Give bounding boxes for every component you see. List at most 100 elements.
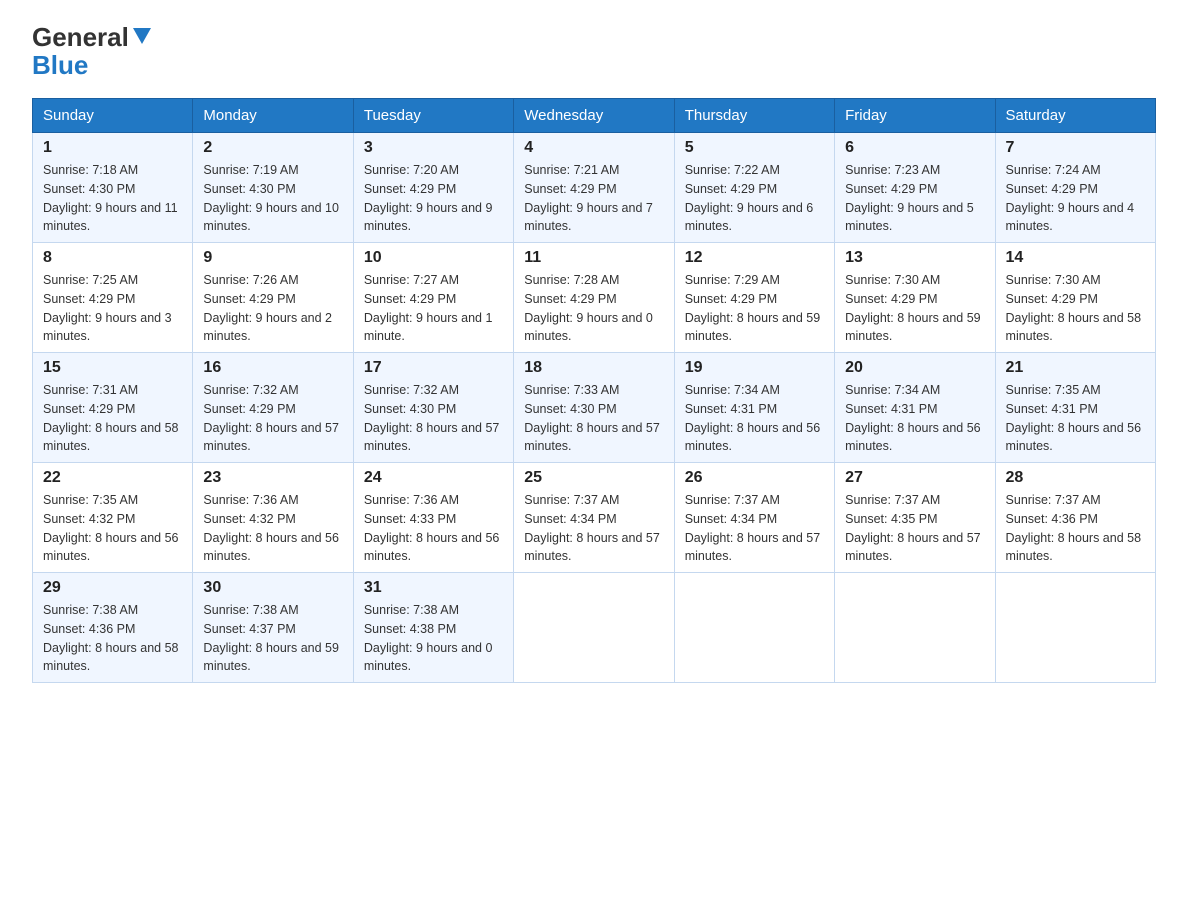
calendar-cell: 1 Sunrise: 7:18 AMSunset: 4:30 PMDayligh…: [33, 133, 193, 243]
day-info: Sunrise: 7:27 AMSunset: 4:29 PMDaylight:…: [364, 273, 493, 343]
day-number: 9: [203, 249, 342, 267]
calendar-table: SundayMondayTuesdayWednesdayThursdayFrid…: [32, 98, 1156, 683]
logo-triangle-icon: [131, 24, 153, 46]
day-info: Sunrise: 7:30 AMSunset: 4:29 PMDaylight:…: [845, 273, 981, 343]
day-info: Sunrise: 7:29 AMSunset: 4:29 PMDaylight:…: [685, 273, 821, 343]
day-info: Sunrise: 7:36 AMSunset: 4:33 PMDaylight:…: [364, 493, 500, 563]
day-number: 1: [43, 139, 182, 157]
calendar-cell: 21 Sunrise: 7:35 AMSunset: 4:31 PMDaylig…: [995, 353, 1155, 463]
calendar-cell: 16 Sunrise: 7:32 AMSunset: 4:29 PMDaylig…: [193, 353, 353, 463]
weekday-header-tuesday: Tuesday: [353, 99, 513, 133]
calendar-cell: 24 Sunrise: 7:36 AMSunset: 4:33 PMDaylig…: [353, 463, 513, 573]
weekday-header-monday: Monday: [193, 99, 353, 133]
calendar-cell: 4 Sunrise: 7:21 AMSunset: 4:29 PMDayligh…: [514, 133, 674, 243]
day-info: Sunrise: 7:30 AMSunset: 4:29 PMDaylight:…: [1006, 273, 1142, 343]
page-header: General Blue: [32, 24, 1156, 78]
calendar-cell: 17 Sunrise: 7:32 AMSunset: 4:30 PMDaylig…: [353, 353, 513, 463]
calendar-cell: 19 Sunrise: 7:34 AMSunset: 4:31 PMDaylig…: [674, 353, 834, 463]
day-info: Sunrise: 7:35 AMSunset: 4:32 PMDaylight:…: [43, 493, 179, 563]
day-number: 17: [364, 359, 503, 377]
calendar-cell: 20 Sunrise: 7:34 AMSunset: 4:31 PMDaylig…: [835, 353, 995, 463]
day-number: 19: [685, 359, 824, 377]
day-number: 15: [43, 359, 182, 377]
calendar-cell: 15 Sunrise: 7:31 AMSunset: 4:29 PMDaylig…: [33, 353, 193, 463]
day-number: 6: [845, 139, 984, 157]
day-number: 30: [203, 579, 342, 597]
calendar-week-row: 1 Sunrise: 7:18 AMSunset: 4:30 PMDayligh…: [33, 133, 1156, 243]
calendar-cell: 2 Sunrise: 7:19 AMSunset: 4:30 PMDayligh…: [193, 133, 353, 243]
calendar-header: SundayMondayTuesdayWednesdayThursdayFrid…: [33, 99, 1156, 133]
day-number: 23: [203, 469, 342, 487]
weekday-header-wednesday: Wednesday: [514, 99, 674, 133]
day-number: 27: [845, 469, 984, 487]
calendar-cell: [674, 573, 834, 683]
day-info: Sunrise: 7:20 AMSunset: 4:29 PMDaylight:…: [364, 163, 493, 233]
day-info: Sunrise: 7:33 AMSunset: 4:30 PMDaylight:…: [524, 383, 660, 453]
day-number: 16: [203, 359, 342, 377]
calendar-cell: 29 Sunrise: 7:38 AMSunset: 4:36 PMDaylig…: [33, 573, 193, 683]
day-number: 7: [1006, 139, 1145, 157]
calendar-cell: [835, 573, 995, 683]
day-info: Sunrise: 7:31 AMSunset: 4:29 PMDaylight:…: [43, 383, 179, 453]
calendar-cell: 8 Sunrise: 7:25 AMSunset: 4:29 PMDayligh…: [33, 243, 193, 353]
day-number: 24: [364, 469, 503, 487]
calendar-cell: 30 Sunrise: 7:38 AMSunset: 4:37 PMDaylig…: [193, 573, 353, 683]
calendar-cell: 31 Sunrise: 7:38 AMSunset: 4:38 PMDaylig…: [353, 573, 513, 683]
logo: General Blue: [32, 24, 153, 78]
day-info: Sunrise: 7:37 AMSunset: 4:36 PMDaylight:…: [1006, 493, 1142, 563]
day-number: 5: [685, 139, 824, 157]
day-info: Sunrise: 7:37 AMSunset: 4:35 PMDaylight:…: [845, 493, 981, 563]
calendar-cell: 12 Sunrise: 7:29 AMSunset: 4:29 PMDaylig…: [674, 243, 834, 353]
calendar-body: 1 Sunrise: 7:18 AMSunset: 4:30 PMDayligh…: [33, 133, 1156, 683]
day-info: Sunrise: 7:36 AMSunset: 4:32 PMDaylight:…: [203, 493, 339, 563]
day-info: Sunrise: 7:38 AMSunset: 4:38 PMDaylight:…: [364, 603, 493, 673]
day-info: Sunrise: 7:28 AMSunset: 4:29 PMDaylight:…: [524, 273, 653, 343]
day-info: Sunrise: 7:18 AMSunset: 4:30 PMDaylight:…: [43, 163, 178, 233]
weekday-header-thursday: Thursday: [674, 99, 834, 133]
day-number: 2: [203, 139, 342, 157]
day-number: 26: [685, 469, 824, 487]
weekday-header-row: SundayMondayTuesdayWednesdayThursdayFrid…: [33, 99, 1156, 133]
day-info: Sunrise: 7:22 AMSunset: 4:29 PMDaylight:…: [685, 163, 814, 233]
calendar-cell: 5 Sunrise: 7:22 AMSunset: 4:29 PMDayligh…: [674, 133, 834, 243]
calendar-cell: 27 Sunrise: 7:37 AMSunset: 4:35 PMDaylig…: [835, 463, 995, 573]
day-info: Sunrise: 7:32 AMSunset: 4:29 PMDaylight:…: [203, 383, 339, 453]
day-info: Sunrise: 7:34 AMSunset: 4:31 PMDaylight:…: [845, 383, 981, 453]
day-info: Sunrise: 7:24 AMSunset: 4:29 PMDaylight:…: [1006, 163, 1135, 233]
calendar-cell: 7 Sunrise: 7:24 AMSunset: 4:29 PMDayligh…: [995, 133, 1155, 243]
calendar-cell: 22 Sunrise: 7:35 AMSunset: 4:32 PMDaylig…: [33, 463, 193, 573]
calendar-cell: 14 Sunrise: 7:30 AMSunset: 4:29 PMDaylig…: [995, 243, 1155, 353]
calendar-cell: [514, 573, 674, 683]
day-number: 8: [43, 249, 182, 267]
calendar-cell: 10 Sunrise: 7:27 AMSunset: 4:29 PMDaylig…: [353, 243, 513, 353]
calendar-week-row: 29 Sunrise: 7:38 AMSunset: 4:36 PMDaylig…: [33, 573, 1156, 683]
calendar-cell: 18 Sunrise: 7:33 AMSunset: 4:30 PMDaylig…: [514, 353, 674, 463]
day-number: 28: [1006, 469, 1145, 487]
day-number: 11: [524, 249, 663, 267]
calendar-week-row: 22 Sunrise: 7:35 AMSunset: 4:32 PMDaylig…: [33, 463, 1156, 573]
day-number: 14: [1006, 249, 1145, 267]
day-info: Sunrise: 7:34 AMSunset: 4:31 PMDaylight:…: [685, 383, 821, 453]
calendar-cell: 11 Sunrise: 7:28 AMSunset: 4:29 PMDaylig…: [514, 243, 674, 353]
day-info: Sunrise: 7:23 AMSunset: 4:29 PMDaylight:…: [845, 163, 974, 233]
weekday-header-sunday: Sunday: [33, 99, 193, 133]
day-number: 12: [685, 249, 824, 267]
calendar-cell: 26 Sunrise: 7:37 AMSunset: 4:34 PMDaylig…: [674, 463, 834, 573]
logo-text-general: General: [32, 24, 129, 50]
day-number: 20: [845, 359, 984, 377]
day-number: 29: [43, 579, 182, 597]
day-info: Sunrise: 7:26 AMSunset: 4:29 PMDaylight:…: [203, 273, 332, 343]
day-info: Sunrise: 7:37 AMSunset: 4:34 PMDaylight:…: [685, 493, 821, 563]
weekday-header-saturday: Saturday: [995, 99, 1155, 133]
day-number: 25: [524, 469, 663, 487]
day-number: 31: [364, 579, 503, 597]
day-info: Sunrise: 7:21 AMSunset: 4:29 PMDaylight:…: [524, 163, 653, 233]
day-number: 3: [364, 139, 503, 157]
day-info: Sunrise: 7:38 AMSunset: 4:36 PMDaylight:…: [43, 603, 179, 673]
day-info: Sunrise: 7:37 AMSunset: 4:34 PMDaylight:…: [524, 493, 660, 563]
day-info: Sunrise: 7:25 AMSunset: 4:29 PMDaylight:…: [43, 273, 172, 343]
calendar-week-row: 15 Sunrise: 7:31 AMSunset: 4:29 PMDaylig…: [33, 353, 1156, 463]
calendar-cell: [995, 573, 1155, 683]
day-info: Sunrise: 7:32 AMSunset: 4:30 PMDaylight:…: [364, 383, 500, 453]
day-number: 4: [524, 139, 663, 157]
